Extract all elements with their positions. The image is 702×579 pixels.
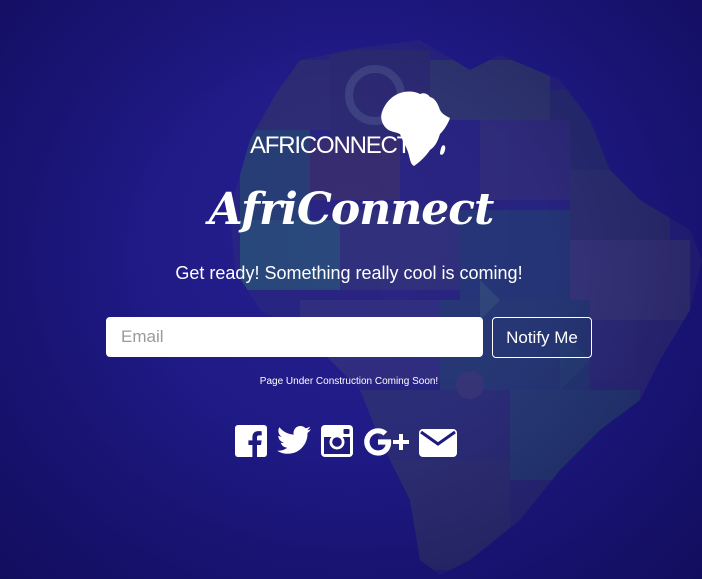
page-background: AFRICONNECT AfriConnect Get ready! Somet… <box>0 0 702 579</box>
social-links <box>233 425 463 461</box>
brand-logo: AFRICONNECT <box>248 88 458 170</box>
brand-title: AfriConnect <box>208 184 495 235</box>
google-plus-icon[interactable] <box>363 427 411 461</box>
notify-me-button[interactable]: Notify Me <box>492 317 592 358</box>
africa-flag-map-background <box>230 40 702 575</box>
construction-notice: Page Under Construction Coming Soon! <box>259 376 439 387</box>
email-input[interactable] <box>106 317 483 357</box>
africa-map-icon <box>381 91 450 166</box>
tagline: Get ready! Something really cool is comi… <box>175 263 523 283</box>
email-icon[interactable] <box>419 429 457 463</box>
twitter-icon[interactable] <box>277 425 311 459</box>
instagram-icon[interactable] <box>321 425 353 459</box>
facebook-icon[interactable] <box>235 425 267 459</box>
